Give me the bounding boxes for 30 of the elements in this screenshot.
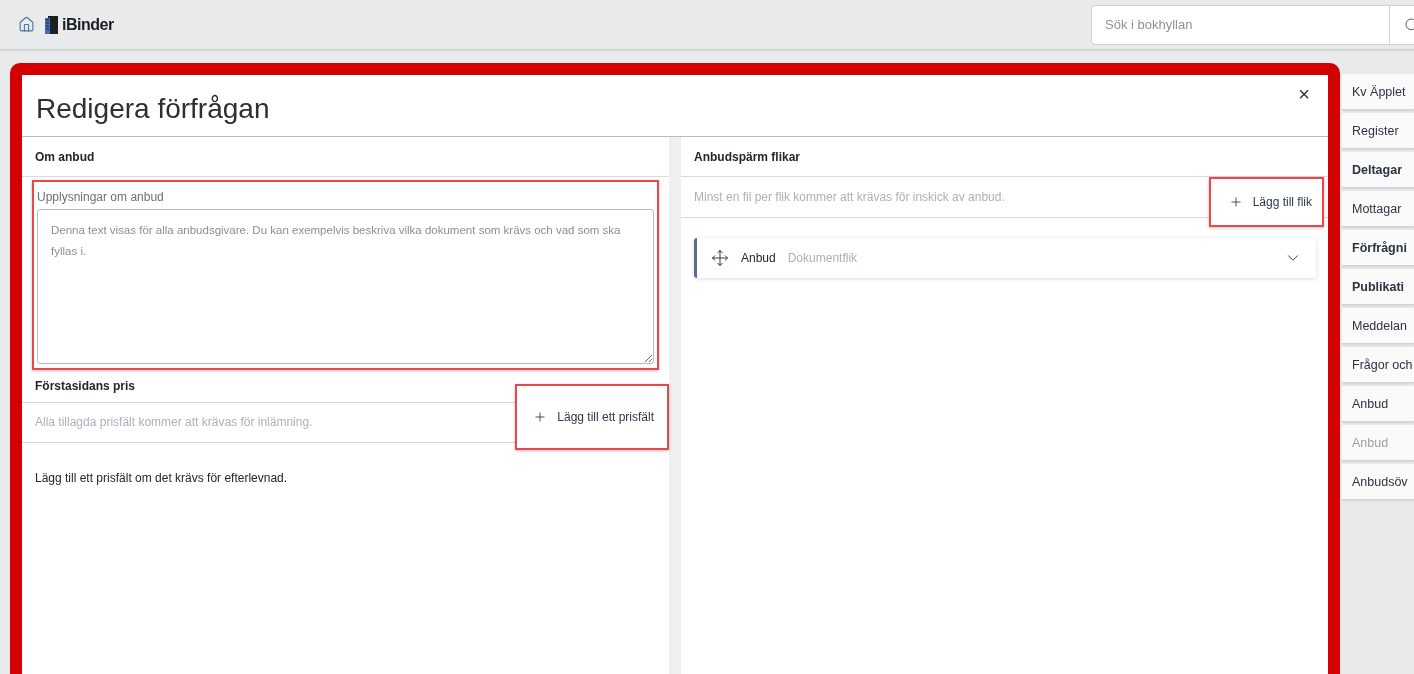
close-button[interactable]: × <box>1294 83 1314 106</box>
body-text: Lägg till ett prisfält om det krävs för efterlevnad. <box>34 470 289 487</box>
search-field[interactable]: Sök i bokhyllan <box>1091 4 1390 45</box>
sidebar-item[interactable]: Anbudsöv <box>1342 464 1414 500</box>
tab-type: Dokumentflik <box>787 251 858 265</box>
section-heading: Om anbud <box>22 137 669 177</box>
tab-name: Anbud <box>741 251 776 265</box>
hint-text: Alla tillagda prisfält kommer att krävas för inlämning. <box>35 414 313 431</box>
move-icon[interactable] <box>711 249 729 267</box>
sidebar-item[interactable]: Kv Äpplet <box>1342 74 1414 110</box>
add-price-button[interactable]: Lägg till ett prisfält <box>515 383 669 450</box>
binder-icon <box>45 15 59 34</box>
home-icon[interactable] <box>18 16 35 33</box>
logo[interactable]: iBinder <box>62 15 114 34</box>
plus-icon <box>1228 195 1243 209</box>
sidebar-item[interactable]: Deltagar <box>1342 152 1414 188</box>
sidebar-item[interactable]: Mottagar <box>1342 191 1414 227</box>
sidebar-item[interactable]: Meddelan <box>1342 308 1414 344</box>
dialog-title: Redigera förfrågan <box>36 91 270 125</box>
field-label: Upplysningar om anbud <box>37 190 165 204</box>
sidebar-item[interactable]: Publikati <box>1342 269 1414 305</box>
sidebar-item[interactable]: Förfrågni <box>1342 230 1414 266</box>
sidebar-item[interactable]: Anbud <box>1342 386 1414 422</box>
tab-card[interactable]: Anbud Dokumentflik <box>694 238 1316 278</box>
hint-text: Minst en fil per flik kommer att krävas för inskick av anbud. <box>694 188 1005 206</box>
sidebar-item[interactable]: Register <box>1342 113 1414 149</box>
text-area[interactable]: Denna text visas för alla anbudsgivare. Du kan exempelvis beskriva vilka dokument som krävs och vad som ska fyllas i. <box>37 209 654 364</box>
plus-icon <box>533 409 548 424</box>
add-tab-button[interactable]: Lägg till flik <box>1208 177 1324 227</box>
sidebar-item[interactable]: Frågor och <box>1342 347 1414 383</box>
